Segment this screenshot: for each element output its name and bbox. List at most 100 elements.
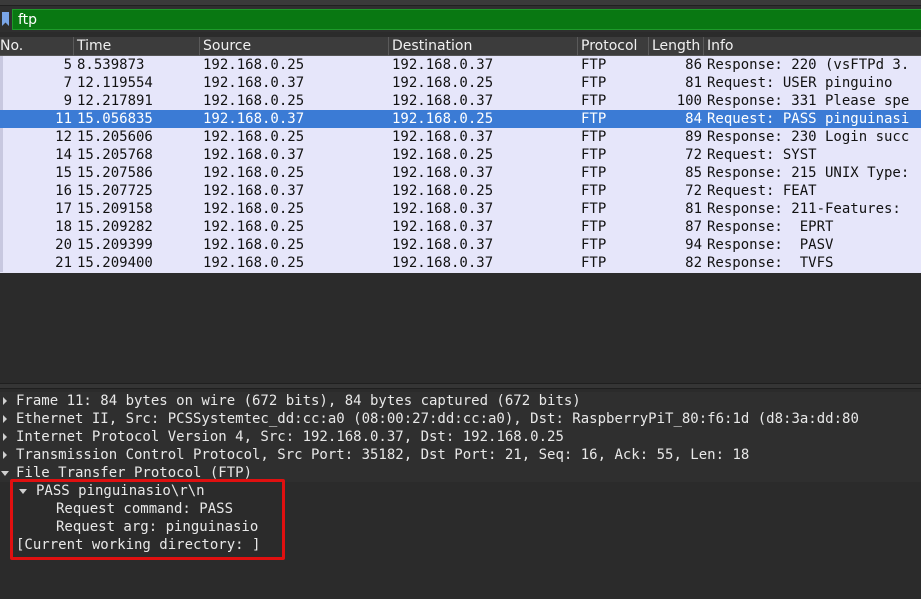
packet-no-cell: 18 [55,219,72,235]
packet-list[interactable]: No. Time Source Destination Protocol Len… [0,37,921,273]
packet-row[interactable]: 9 12.217891 192.168.0.25 192.168.0.37 FTP 100… [0,92,921,110]
packet-source-cell: 192.168.0.37 [203,111,305,127]
triangle-right-icon[interactable] [3,397,7,405]
packet-source-cell: 192.168.0.25 [203,255,305,271]
tree-item-cwd[interactable]: [Current working directory: ] [0,536,921,554]
tree-item-ip[interactable]: Internet Protocol Version 4, Src: 192.16… [0,428,921,446]
packet-destination-cell: 192.168.0.25 [392,147,494,163]
packet-info-cell: Request: PASS pinguinasi [707,111,910,127]
packet-info-cell: Response: 331 Please spe [707,93,910,109]
column-header-destination[interactable]: Destination [388,37,577,56]
packet-no-cell: 9 [63,93,72,109]
packet-protocol-cell: FTP [581,201,607,217]
packet-time-cell: 8.539873 [77,57,145,73]
packet-time-cell: 15.056835 [77,111,153,127]
column-header-source[interactable]: Source [199,37,388,56]
packet-info-cell: Request: USER pinguino [707,75,893,91]
triangle-right-icon[interactable] [3,451,7,459]
tree-item-tcp[interactable]: Transmission Control Protocol, Src Port:… [0,446,921,464]
packet-destination-cell: 192.168.0.25 [392,111,494,127]
packet-no-cell: 12 [55,129,72,145]
packet-row[interactable]: 16 15.207725 192.168.0.37 192.168.0.25 FTP 72… [0,182,921,200]
packet-length-cell: 82 [685,255,702,271]
tree-item-label: Transmission Control Protocol, Src Port:… [16,447,750,463]
column-header-protocol[interactable]: Protocol [577,37,648,56]
triangle-down-icon[interactable] [19,489,27,494]
triangle-right-icon[interactable] [3,415,7,423]
packet-destination-cell: 192.168.0.37 [392,255,494,271]
packet-row[interactable]: 12 15.205606 192.168.0.25 192.168.0.37 FTP 89… [0,128,921,146]
packet-source-cell: 192.168.0.25 [203,237,305,253]
packet-destination-cell: 192.168.0.37 [392,93,494,109]
packet-row-selected[interactable]: 11 15.056835 192.168.0.37 192.168.0.25 FTP 84… [0,110,921,128]
packet-source-cell: 192.168.0.25 [203,165,305,181]
packet-row[interactable]: 7 12.119554 192.168.0.37 192.168.0.25 FTP 81 R… [0,74,921,92]
column-header-no[interactable]: No. [0,37,73,56]
packet-no-cell: 14 [55,147,72,163]
bookmark-icon[interactable] [2,12,9,26]
tree-item-label: Request arg: pinguinasio [56,519,259,535]
packet-row[interactable]: 21 15.209400 192.168.0.25 192.168.0.37 FTP 82… [0,254,921,272]
packet-no-cell: 7 [63,75,72,91]
packet-time-cell: 15.205606 [77,129,153,145]
tree-item-label: Internet Protocol Version 4, Src: 192.16… [16,429,564,445]
packet-destination-cell: 192.168.0.37 [392,219,494,235]
tree-item-label: Request command: PASS [56,501,234,517]
packet-time-cell: 15.209158 [77,201,153,217]
packet-destination-cell: 192.168.0.37 [392,165,494,181]
packet-info-cell: Response: PASV [707,237,834,253]
packet-destination-cell: 192.168.0.37 [392,129,494,145]
column-header-time[interactable]: Time [73,37,199,56]
packet-row[interactable]: 17 15.209158 192.168.0.25 192.168.0.37 FTP 81… [0,200,921,218]
packet-length-cell: 89 [685,129,702,145]
packet-time-cell: 15.207586 [77,165,153,181]
packet-time-cell: 15.209399 [77,237,153,253]
packet-time-cell: 15.205768 [77,147,153,163]
packet-length-cell: 94 [685,237,702,253]
packet-row[interactable]: 20 15.209399 192.168.0.25 192.168.0.37 FTP 94… [0,236,921,254]
packet-destination-cell: 192.168.0.25 [392,183,494,199]
packet-source-cell: 192.168.0.25 [203,57,305,73]
packet-source-cell: 192.168.0.37 [203,183,305,199]
packet-length-cell: 84 [685,111,702,127]
packet-row[interactable]: 5 8.539873 192.168.0.25 192.168.0.37 FTP 86 Re… [0,56,921,74]
packet-length-cell: 86 [685,57,702,73]
packet-source-cell: 192.168.0.25 [203,93,305,109]
packet-no-cell: 17 [55,201,72,217]
packet-no-cell: 11 [55,111,72,127]
packet-destination-cell: 192.168.0.25 [392,75,494,91]
packet-info-cell: Response: 230 Login succ [707,129,910,145]
packet-time-cell: 15.209282 [77,219,153,235]
packet-protocol-cell: FTP [581,165,607,181]
packet-length-cell: 81 [685,75,702,91]
packet-length-cell: 72 [685,147,702,163]
packet-no-cell: 15 [55,165,72,181]
tree-item-label: PASS pinguinasio\r\n [36,483,205,499]
packet-details-pane[interactable]: Frame 11: 84 bytes on wire (672 bits), 8… [0,389,921,599]
packet-protocol-cell: FTP [581,93,607,109]
column-header-length[interactable]: Length [648,37,703,56]
tree-item-ftp[interactable]: File Transfer Protocol (FTP) [0,464,921,482]
tree-item-request-arg[interactable]: Request arg: pinguinasio [0,518,921,536]
tree-item-ethernet[interactable]: Ethernet II, Src: PCSSystemtec_dd:cc:a0 … [0,410,921,428]
packet-info-cell: Response: 215 UNIX Type: [707,165,910,181]
packet-time-cell: 12.119554 [77,75,153,91]
packet-row[interactable]: 18 15.209282 192.168.0.25 192.168.0.37 FTP 87… [0,218,921,236]
triangle-right-icon[interactable] [3,433,7,441]
packet-protocol-cell: FTP [581,147,607,163]
tree-item-label: [Current working directory: ] [16,537,261,553]
tree-item-request-command[interactable]: Request command: PASS [0,500,921,518]
packet-no-cell: 21 [55,255,72,271]
packet-info-cell: Request: SYST [707,147,817,163]
tree-item-label: Ethernet II, Src: PCSSystemtec_dd:cc:a0 … [16,411,859,427]
packet-info-cell: Response: TVFS [707,255,834,271]
tree-item-pass[interactable]: PASS pinguinasio\r\n [0,482,921,500]
tree-item-frame[interactable]: Frame 11: 84 bytes on wire (672 bits), 8… [0,392,921,410]
display-filter-input[interactable] [12,9,921,30]
packet-row[interactable]: 15 15.207586 192.168.0.25 192.168.0.37 FTP 85… [0,164,921,182]
tree-item-label: Frame 11: 84 bytes on wire (672 bits), 8… [16,393,581,409]
triangle-down-icon[interactable] [1,471,9,476]
display-filter-bar [0,6,921,32]
column-header-info[interactable]: Info [703,37,921,56]
packet-row[interactable]: 14 15.205768 192.168.0.37 192.168.0.25 FTP 72… [0,146,921,164]
